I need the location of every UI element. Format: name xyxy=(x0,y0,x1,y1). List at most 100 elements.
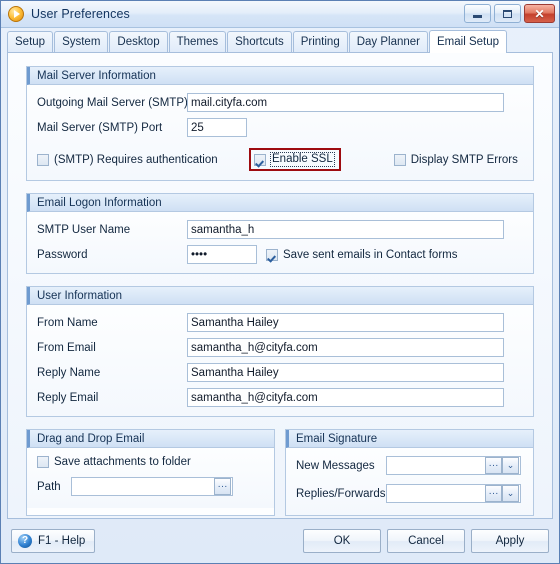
path-label: Path xyxy=(37,480,61,493)
enable-ssl-checkbox[interactable] xyxy=(254,153,266,166)
help-button[interactable]: ? F1 - Help xyxy=(11,529,96,553)
requires-authentication-label: (SMTP) Requires authentication xyxy=(54,153,218,166)
tab-day-planner[interactable]: Day Planner xyxy=(348,31,429,52)
smtp-server-row: Outgoing Mail Server (SMTP) xyxy=(37,93,523,112)
mail-server-information-body: Outgoing Mail Server (SMTP) Mail Server … xyxy=(27,85,533,180)
save-sent-emails-label: Save sent emails in Contact forms xyxy=(283,248,458,261)
close-icon: ✕ xyxy=(534,6,545,21)
reply-email-row: Reply Email xyxy=(37,388,523,407)
dialog-action-buttons: OK Cancel Apply xyxy=(303,529,549,553)
bottom-panels: Drag and Drop Email Save attachments to … xyxy=(26,429,534,516)
help-button-label: F1 - Help xyxy=(38,535,86,547)
ok-button[interactable]: OK xyxy=(303,529,381,553)
smtp-username-label: SMTP User Name xyxy=(37,223,131,236)
save-sent-emails-checkbox[interactable]: Save sent emails in Contact forms xyxy=(266,248,458,261)
password-input[interactable] xyxy=(187,245,257,264)
path-row: Path ··· xyxy=(37,477,264,496)
new-messages-dropdown-icon[interactable]: ⌄ xyxy=(502,457,519,474)
requires-authentication-checkbox[interactable]: (SMTP) Requires authentication xyxy=(37,153,249,166)
smtp-username-input[interactable] xyxy=(187,220,504,239)
maximize-button[interactable] xyxy=(494,4,521,23)
save-attachments-checkbox[interactable]: Save attachments to folder xyxy=(37,456,191,468)
new-messages-input[interactable] xyxy=(387,457,485,474)
new-messages-label: New Messages xyxy=(296,459,375,472)
drag-and-drop-email-group: Drag and Drop Email Save attachments to … xyxy=(26,429,275,516)
tab-email-setup[interactable]: Email Setup xyxy=(429,30,508,53)
from-email-label: From Email xyxy=(37,341,96,354)
save-attachments-label: Save attachments to folder xyxy=(54,456,191,468)
save-attachments-row: Save attachments to folder xyxy=(37,456,264,468)
drag-and-drop-email-body: Save attachments to folder Path ··· xyxy=(27,448,274,508)
email-signature-body: New Messages ··· ⌄ Replies/Forwards ··· … xyxy=(286,448,533,515)
replies-forwards-input[interactable] xyxy=(387,485,485,502)
dialog-footer: ? F1 - Help OK Cancel Apply xyxy=(1,519,559,563)
reply-name-row: Reply Name xyxy=(37,363,523,382)
email-logon-information-title: Email Logon Information xyxy=(27,194,533,212)
tab-printing[interactable]: Printing xyxy=(292,31,348,52)
smtp-options-row: (SMTP) Requires authentication Enable SS… xyxy=(37,148,523,171)
path-browse-button[interactable]: ··· xyxy=(214,478,231,495)
close-button[interactable]: ✕ xyxy=(524,4,555,23)
email-signature-title: Email Signature xyxy=(286,430,533,448)
minimize-icon xyxy=(473,15,482,18)
drag-and-drop-email-title: Drag and Drop Email xyxy=(27,430,274,448)
email-signature-group: Email Signature New Messages ··· ⌄ Repli… xyxy=(285,429,534,516)
replies-forwards-row: Replies/Forwards ··· ⌄ xyxy=(296,484,523,503)
tab-desktop[interactable]: Desktop xyxy=(109,31,168,52)
from-email-input[interactable] xyxy=(187,338,504,357)
save-attachments-checkbox-box xyxy=(37,456,49,468)
enable-ssl-highlight: Enable SSL xyxy=(249,148,341,171)
replies-forwards-dropdown-icon[interactable]: ⌄ xyxy=(502,485,519,502)
replies-forwards-field[interactable]: ··· ⌄ xyxy=(386,484,521,503)
email-logon-information-group: Email Logon Information SMTP User Name P… xyxy=(26,193,534,274)
path-field[interactable]: ··· xyxy=(71,477,233,496)
mail-server-information-group: Mail Server Information Outgoing Mail Se… xyxy=(26,66,534,181)
email-logon-information-body: SMTP User Name Password Save sent emails… xyxy=(27,212,533,273)
path-input[interactable] xyxy=(72,478,214,495)
password-label: Password xyxy=(37,248,88,261)
smtp-server-input[interactable] xyxy=(187,93,504,112)
tab-setup[interactable]: Setup xyxy=(7,31,54,52)
enable-ssl-label: Enable SSL xyxy=(270,152,335,167)
save-sent-emails-checkbox-box xyxy=(266,248,278,261)
user-information-group: User Information From Name From Email Re… xyxy=(26,286,534,417)
from-name-label: From Name xyxy=(37,316,98,329)
apply-button[interactable]: Apply xyxy=(471,529,549,553)
new-messages-field[interactable]: ··· ⌄ xyxy=(386,456,521,475)
smtp-port-label: Mail Server (SMTP) Port xyxy=(37,121,163,134)
reply-name-input[interactable] xyxy=(187,363,504,382)
new-messages-row: New Messages ··· ⌄ xyxy=(296,456,523,475)
smtp-port-input[interactable] xyxy=(187,118,247,137)
replies-forwards-label: Replies/Forwards xyxy=(296,487,386,500)
mail-server-information-title: Mail Server Information xyxy=(27,67,533,85)
minimize-button[interactable] xyxy=(464,4,491,23)
user-information-body: From Name From Email Reply Name Reply Em… xyxy=(27,305,533,416)
requires-authentication-checkbox-box xyxy=(37,153,49,166)
tab-strip: Setup System Desktop Themes Shortcuts Pr… xyxy=(1,28,559,53)
display-smtp-errors-checkbox[interactable]: Display SMTP Errors xyxy=(393,153,518,166)
smtp-username-row: SMTP User Name xyxy=(37,220,523,239)
reply-email-label: Reply Email xyxy=(37,391,99,404)
maximize-icon xyxy=(503,9,512,18)
password-row: Password Save sent emails in Contact for… xyxy=(37,245,523,264)
window-controls: ✕ xyxy=(464,4,555,23)
smtp-server-label: Outgoing Mail Server (SMTP) xyxy=(37,96,188,109)
window-title: User Preferences xyxy=(31,7,130,21)
from-name-input[interactable] xyxy=(187,313,504,332)
help-icon: ? xyxy=(18,534,32,548)
from-email-row: From Email xyxy=(37,338,523,357)
new-messages-browse-button[interactable]: ··· xyxy=(485,457,502,474)
smtp-port-row: Mail Server (SMTP) Port xyxy=(37,118,523,137)
tab-shortcuts[interactable]: Shortcuts xyxy=(227,31,292,52)
play-circle-icon xyxy=(8,6,24,22)
reply-name-label: Reply Name xyxy=(37,366,101,379)
display-smtp-errors-label: Display SMTP Errors xyxy=(410,153,518,166)
replies-forwards-browse-button[interactable]: ··· xyxy=(485,485,502,502)
title-bar[interactable]: User Preferences ✕ xyxy=(1,1,559,28)
user-information-title: User Information xyxy=(27,287,533,305)
cancel-button[interactable]: Cancel xyxy=(387,529,465,553)
tab-system[interactable]: System xyxy=(54,31,109,52)
tab-themes[interactable]: Themes xyxy=(168,31,227,52)
display-smtp-errors-checkbox-box xyxy=(393,153,406,166)
reply-email-input[interactable] xyxy=(187,388,504,407)
